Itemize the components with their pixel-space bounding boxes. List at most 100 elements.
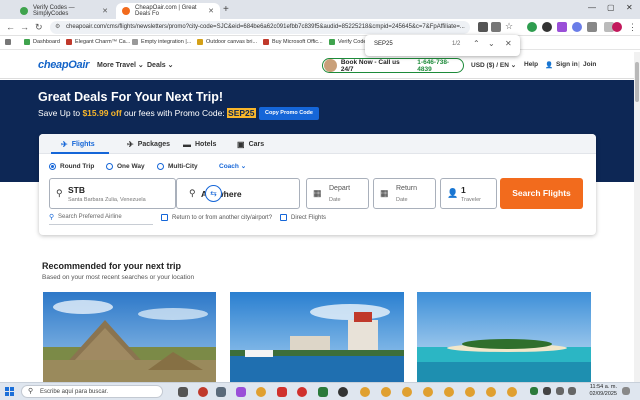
call-label: Book Now - Call us 24/7: [340, 58, 400, 73]
bookmark-item[interactable]: Empty integration |...: [132, 39, 191, 45]
destination-card-pyramid[interactable]: [43, 292, 216, 382]
browser-tab-simplycodes[interactable]: Verify Codes — SimplyCodes ✕: [14, 3, 114, 19]
destination-card-harbor[interactable]: [230, 292, 404, 382]
chrome-icon[interactable]: [444, 387, 454, 397]
extension-icon[interactable]: [542, 22, 552, 32]
cabin-class-select[interactable]: Coach ⌄: [219, 162, 246, 170]
wifi-icon[interactable]: [556, 387, 564, 395]
tray-icon[interactable]: [530, 387, 538, 395]
extension-icon[interactable]: [572, 22, 582, 32]
other-airport-checkbox[interactable]: Return to or from another city/airport?: [161, 214, 272, 221]
radio-one-way[interactable]: One Way: [106, 163, 145, 170]
chrome-icon[interactable]: [256, 387, 266, 397]
reload-icon[interactable]: ↻: [35, 22, 43, 33]
chrome-icon[interactable]: [486, 387, 496, 397]
apps-grid-icon[interactable]: [5, 39, 14, 45]
chrome-icon[interactable]: [360, 387, 370, 397]
chevron-down-icon: ⌄: [167, 62, 174, 69]
minimize-icon[interactable]: —: [588, 3, 596, 12]
radio-round-trip[interactable]: Round Trip: [49, 163, 94, 170]
browser-menu-icon[interactable]: ⋮: [628, 22, 637, 33]
tab-flights[interactable]: ✈ Flights: [61, 140, 95, 149]
extensions-puzzle-icon[interactable]: [587, 22, 597, 32]
notifications-icon[interactable]: [622, 387, 630, 395]
page-scrollbar[interactable]: [634, 52, 640, 382]
translate-icon[interactable]: [491, 22, 501, 32]
search-flights-button[interactable]: Search Flights: [500, 178, 583, 209]
return-date-field[interactable]: ▦ Return Date: [373, 178, 436, 209]
chrome-icon[interactable]: [507, 387, 517, 397]
cheapoair-logo[interactable]: cheapOair: [38, 59, 89, 71]
address-bar-row: ← → ↻ ⚙ cheapoair.com/cms/flights/newsle…: [0, 19, 640, 36]
copy-promo-code-button[interactable]: Copy Promo Code: [259, 107, 319, 120]
new-tab-icon[interactable]: +: [223, 4, 229, 15]
chrome-icon[interactable]: [402, 387, 412, 397]
app-icon[interactable]: [318, 387, 328, 397]
radio-multi-city[interactable]: Multi-City: [157, 163, 198, 170]
app-icon[interactable]: [216, 387, 226, 397]
profile-avatar-icon[interactable]: [612, 22, 622, 32]
chrome-icon[interactable]: [381, 387, 391, 397]
maximize-icon[interactable]: ▢: [607, 3, 615, 12]
find-previous-icon[interactable]: ⌃: [473, 39, 480, 48]
close-window-icon[interactable]: ✕: [626, 3, 633, 12]
depart-value: Date: [329, 197, 341, 203]
call-us-pill[interactable]: Book Now - Call us 24/7 1-646-738-4839: [322, 58, 464, 73]
find-next-icon[interactable]: ⌄: [488, 39, 495, 48]
browser-tab-cheapoair[interactable]: CheapOair.com | Great Deals Fo ✕: [116, 3, 220, 19]
close-tab-icon[interactable]: ✕: [102, 7, 108, 15]
preferred-airline-input[interactable]: ⚲ Search Preferred Airline: [49, 214, 153, 225]
app-icon[interactable]: [277, 387, 287, 397]
site-info-icon[interactable]: ⚙: [55, 21, 60, 34]
find-input[interactable]: SEP25: [374, 41, 393, 47]
app-icon[interactable]: [338, 387, 348, 397]
extension-icon[interactable]: [557, 22, 567, 32]
volume-icon[interactable]: [568, 387, 576, 395]
travelers-field[interactable]: 👤 1 Traveler: [440, 178, 497, 209]
back-icon[interactable]: ←: [6, 22, 15, 32]
help-link[interactable]: Help: [524, 61, 538, 68]
chevron-down-icon: ⌄: [510, 62, 517, 69]
chrome-icon[interactable]: [465, 387, 475, 397]
close-tab-icon[interactable]: ✕: [208, 7, 214, 15]
chrome-icon[interactable]: [423, 387, 433, 397]
tray-icon[interactable]: [543, 387, 551, 395]
bookmark-star-icon[interactable]: ☆: [505, 21, 513, 32]
bookmark-item[interactable]: Outdoor canvas bri...: [197, 39, 257, 45]
bookmark-item[interactable]: Dashboard: [24, 39, 60, 45]
car-icon: ▣: [237, 140, 245, 149]
bookmark-item[interactable]: Elegant Charm™ Ca...: [66, 39, 130, 45]
swap-airports-button[interactable]: ⇆: [205, 185, 222, 202]
destination-field[interactable]: ⚲ Anywhere: [176, 178, 300, 209]
direct-flights-checkbox[interactable]: Direct Flights: [280, 214, 326, 221]
extension-icon[interactable]: [527, 22, 537, 32]
bookmark-item[interactable]: Buy Microsoft Offic...: [263, 39, 323, 45]
taskbar-clock[interactable]: 11:54 a. m. 02/09/2025: [585, 384, 617, 398]
more-travel-menu[interactable]: More Travel ⌄: [97, 61, 144, 69]
url-input[interactable]: ⚙ cheapoair.com/cms/flights/newsletters/…: [50, 21, 470, 34]
promo-code: SEP25: [227, 108, 256, 118]
windows-start-icon[interactable]: [5, 387, 14, 396]
app-icon[interactable]: [198, 387, 208, 397]
app-icon[interactable]: [236, 387, 246, 397]
origin-field[interactable]: ⚲ STB Santa Barbara Zulia, Venezuela: [49, 178, 176, 209]
tab-cars[interactable]: ▣ Cars: [237, 140, 264, 149]
join-link[interactable]: Join: [583, 61, 596, 68]
depart-date-field[interactable]: ▦ Depart Date: [306, 178, 369, 209]
deals-menu[interactable]: Deals ⌄: [147, 61, 174, 69]
forward-icon[interactable]: →: [20, 22, 29, 32]
scrollbar-thumb[interactable]: [635, 62, 639, 102]
tab-packages[interactable]: ✈ Packages: [127, 140, 170, 149]
destination-card-island[interactable]: [417, 292, 591, 382]
task-view-icon[interactable]: [178, 387, 188, 397]
sign-in-link[interactable]: Sign in: [556, 61, 578, 68]
bed-icon: ▬: [183, 140, 191, 149]
find-close-icon[interactable]: ✕: [505, 39, 512, 48]
opera-icon[interactable]: [297, 387, 307, 397]
tab-hotels[interactable]: ▬ Hotels: [183, 140, 216, 149]
install-app-icon[interactable]: [478, 22, 488, 32]
browser-tab-bar: Verify Codes — SimplyCodes ✕ CheapOair.c…: [0, 0, 640, 19]
taskbar-search-input[interactable]: ⚲ Escribe aquí para buscar.: [21, 385, 163, 398]
currency-language-selector[interactable]: USD ($) / EN ⌄: [471, 61, 516, 69]
bookmark-item[interactable]: Verify Codes: [329, 39, 369, 45]
